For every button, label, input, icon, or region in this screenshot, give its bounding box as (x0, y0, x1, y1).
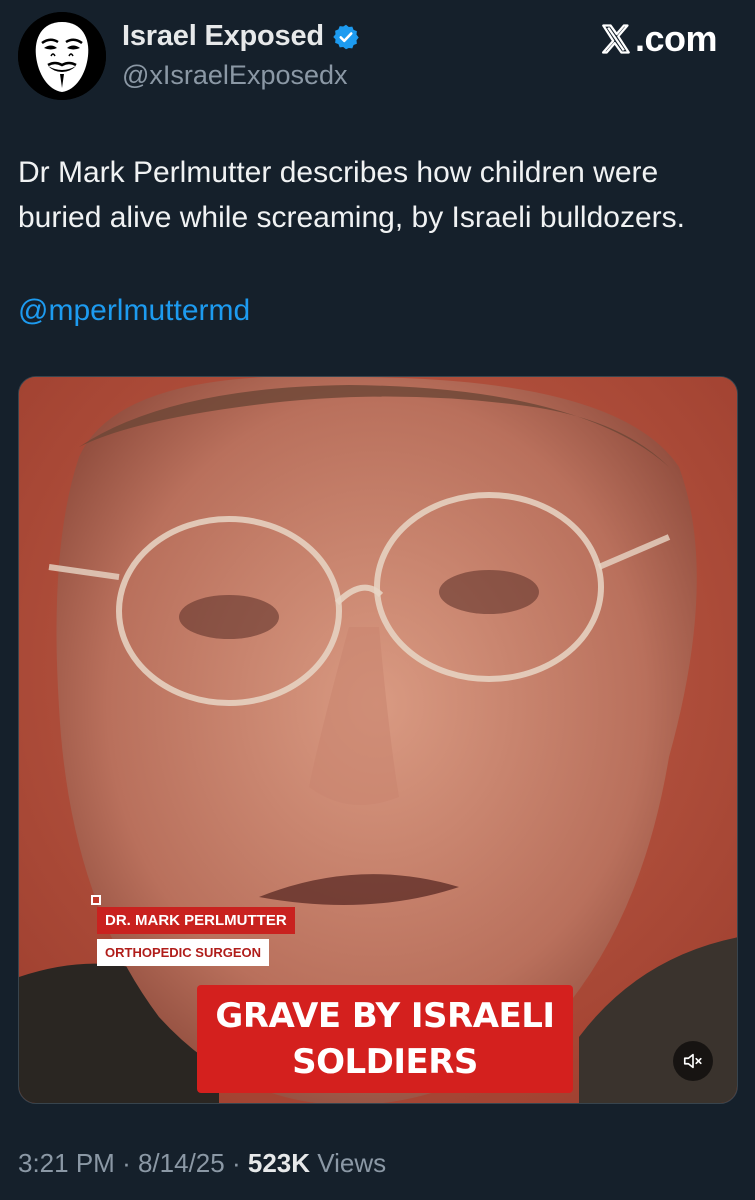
tweet-time[interactable]: 3:21 PM (18, 1148, 115, 1178)
author-name-row[interactable]: Israel Exposed (122, 20, 360, 53)
tweet-date[interactable]: 8/14/25 (138, 1148, 225, 1178)
mute-button[interactable] (673, 1041, 713, 1081)
video-caption-line-1: GRAVE BY ISRAELI (215, 996, 555, 1036)
x-brand: .com (599, 18, 718, 60)
lower-third-name: DR. MARK PERLMUTTER (97, 907, 295, 934)
guy-fawkes-mask-icon (18, 12, 106, 100)
lower-third-title: ORTHOPEDIC SURGEON (97, 939, 270, 966)
verified-badge-icon (333, 24, 359, 49)
avatar[interactable] (18, 12, 106, 100)
meta-separator: · (122, 1148, 131, 1178)
author-handle[interactable]: @xIsraelExposedx (122, 60, 348, 91)
x-logo-icon (601, 24, 630, 54)
brand-domain-label: .com (634, 18, 718, 59)
views-label: Views (317, 1148, 387, 1178)
meta-separator: · (231, 1148, 241, 1178)
video-player[interactable]: DR. MARK PERLMUTTER ORTHOPEDIC SURGEON G… (18, 376, 738, 1104)
tweet-text: Dr Mark Perlmutter describes how childre… (18, 156, 685, 234)
video-caption-line-2: SOLDIERS (292, 1042, 478, 1082)
tweet-mention-link[interactable]: @mperlmuttermd (18, 288, 250, 333)
lower-third-marker (91, 895, 101, 905)
tweet-metadata: 3:21 PM · 8/14/25 · 523K Views (18, 1148, 386, 1179)
author-display-name[interactable]: Israel Exposed (122, 20, 324, 53)
speaker-muted-icon (683, 1053, 702, 1069)
video-caption: GRAVE BY ISRAELI SOLDIERS (197, 985, 573, 1093)
views-count[interactable]: 523K (248, 1148, 310, 1178)
